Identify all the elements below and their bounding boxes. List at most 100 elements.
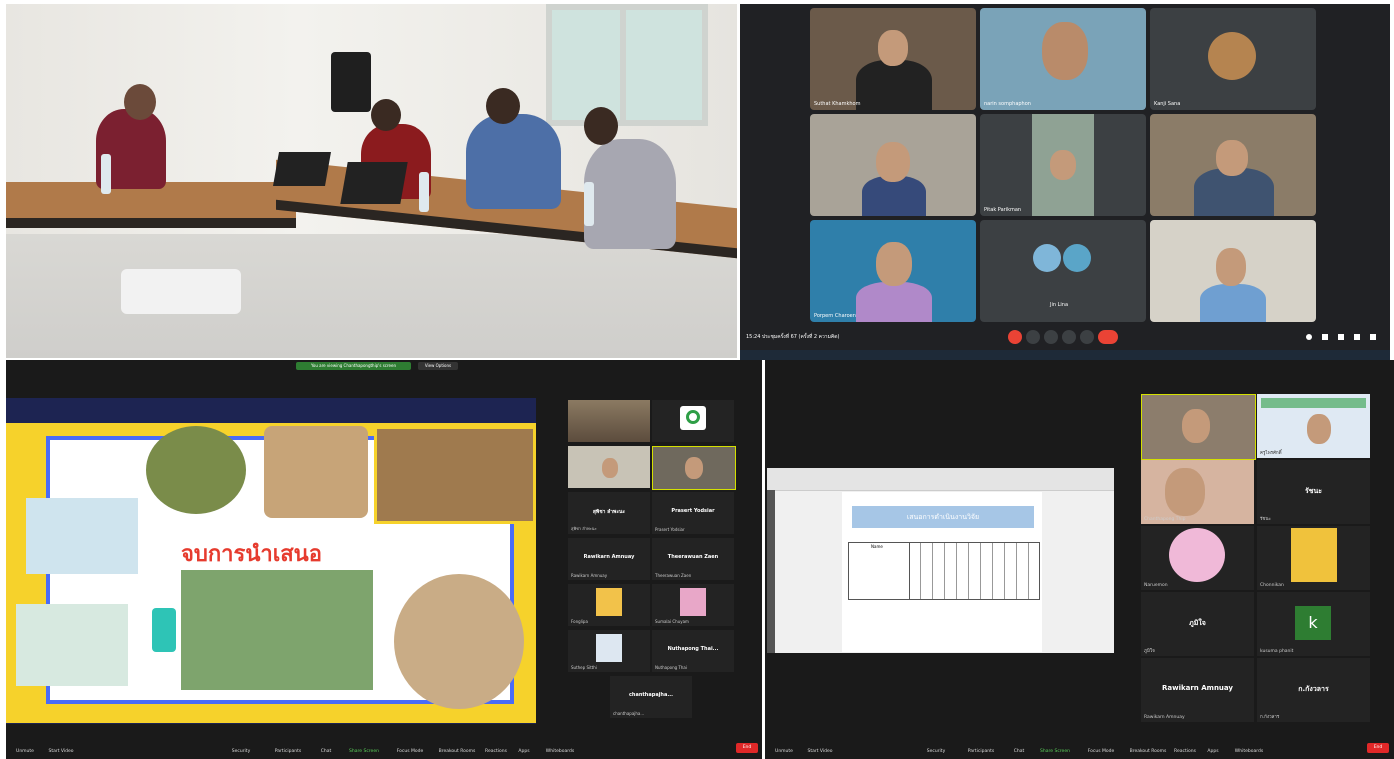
hand-icon[interactable]	[1044, 330, 1058, 344]
camera-icon[interactable]	[1026, 330, 1040, 344]
mic-off-icon[interactable]	[1008, 330, 1022, 344]
participant-tile[interactable]: รัชนะ รัชนะ	[1257, 460, 1370, 524]
room-window	[546, 4, 708, 126]
participant-tile[interactable]	[810, 114, 976, 216]
avatar	[680, 588, 706, 616]
reactions-button[interactable]: Reactions	[1169, 749, 1201, 754]
info-icon[interactable]	[1306, 334, 1312, 340]
product-photo	[16, 604, 128, 686]
participants-button[interactable]: Participants	[961, 749, 1001, 754]
share-screen-button[interactable]: Share Screen	[1037, 749, 1073, 754]
speaker	[331, 52, 371, 112]
participant-tile[interactable]: Naruemon	[1141, 526, 1254, 590]
product-photo	[26, 498, 138, 574]
participant-tile[interactable]: Chanthapong Thip	[1141, 460, 1254, 524]
participant-tile[interactable]	[1141, 394, 1256, 460]
slide-title: จบการนำเสนอ	[181, 542, 322, 567]
participant-tile[interactable]: Sumalai Chuyam	[652, 584, 734, 626]
participant-tile[interactable]: ครูไพรศักดิ์	[1257, 394, 1370, 458]
document-page: เสนอการดำเนินงานวิจัย Name	[842, 492, 1042, 652]
participant-tile[interactable]: chanthapajha... chanthapajha...	[610, 676, 692, 718]
projector	[121, 269, 241, 314]
participants-button[interactable]: Participants	[268, 749, 308, 754]
breakout-rooms-button[interactable]: Breakout Rooms	[436, 749, 478, 754]
participant-tile[interactable]: ก.กังวลาร ก.กังวลาร	[1257, 658, 1370, 722]
food-photo	[394, 574, 524, 709]
hangup-button[interactable]	[1098, 330, 1118, 344]
video-button[interactable]: Start Video	[803, 749, 837, 754]
participant-tile[interactable]: Chonnikan	[1257, 526, 1370, 590]
banner-logo	[1261, 398, 1366, 408]
share-screen-button[interactable]: Share Screen	[346, 749, 382, 754]
participant-tile[interactable]: Prasert Yodsiar Prasert Yodsiar	[652, 492, 734, 534]
participant-tile[interactable]: Rawikarn Amnuay Rawikarn Amnuay	[1141, 658, 1254, 722]
security-button[interactable]: Security	[921, 749, 951, 754]
participant-tile[interactable]: Fonglipa	[568, 584, 650, 626]
shared-slide: จบการนำเสนอ	[6, 398, 536, 724]
zoom-window-document: เสนอการดำเนินงานวิจัย Name ครูไพรศักดิ์ …	[765, 360, 1394, 759]
focus-mode-button[interactable]: Focus Mode	[1077, 749, 1125, 754]
apps-button[interactable]: Apps	[514, 749, 534, 754]
participant-tile[interactable]: k kusuma phanit	[1257, 592, 1370, 656]
participant-tile[interactable]: Kanji Sana	[1150, 8, 1316, 110]
security-button[interactable]: Security	[226, 749, 256, 754]
avatar-initial: k	[1295, 606, 1331, 640]
reactions-button[interactable]: Reactions	[480, 749, 512, 754]
meeting-room-photo	[6, 4, 737, 358]
zoom-toolbar: Unmute Start Video Security Participants…	[6, 735, 762, 759]
activities-icon[interactable]	[1354, 334, 1360, 340]
lock-icon[interactable]	[1370, 334, 1376, 340]
video-call-grid: Suthat Khamkhom narin somphaphon Kanji S…	[740, 4, 1390, 350]
group-photo	[181, 570, 373, 690]
apps-button[interactable]: Apps	[1203, 749, 1223, 754]
more-icon[interactable]	[1080, 330, 1094, 344]
meeting-info: 15:24 ประชุมครั้งที่ 67 (ครั้งที่ 2 ความ…	[746, 334, 840, 340]
people-icon[interactable]	[1322, 334, 1328, 340]
participant-tile[interactable]: ภูมิใจ ภูมิใจ	[1141, 592, 1254, 656]
participant-tile[interactable]	[1150, 114, 1316, 216]
focus-mode-button[interactable]: Focus Mode	[386, 749, 434, 754]
avatar	[1208, 32, 1256, 80]
present-icon[interactable]	[1062, 330, 1076, 344]
participant-tile[interactable]	[568, 446, 650, 488]
chat-button[interactable]: Chat	[316, 749, 336, 754]
view-options-button[interactable]: View Options	[418, 362, 458, 370]
mute-button[interactable]: Unmute	[769, 749, 799, 754]
participant-tile[interactable]	[652, 446, 736, 490]
chat-icon[interactable]	[1338, 334, 1344, 340]
zoom-window-presentation: You are viewing Chanthapongthip's screen…	[6, 360, 762, 759]
participant-tile[interactable]: Suthep Sitthi	[568, 630, 650, 672]
avatar	[596, 588, 622, 616]
participant-tile[interactable]	[1150, 220, 1316, 322]
participant-tile[interactable]: Jin Lina	[980, 220, 1146, 322]
participant-tile[interactable]: narin somphaphon	[980, 8, 1146, 110]
participant-tile[interactable]: Rawikarn Amnuay Rawikarn Amnuay	[568, 538, 650, 580]
call-controls: 15:24 ประชุมครั้งที่ 67 (ครั้งที่ 2 ความ…	[740, 326, 1390, 350]
participant-tile[interactable]: Suthat Khamkhom	[810, 8, 976, 110]
laptop	[273, 152, 331, 186]
whiteboards-button[interactable]: Whiteboards	[542, 749, 578, 754]
participant-tile[interactable]: Theerawuan Zaen Theerawuan Zaen	[652, 538, 734, 580]
avatar	[1033, 244, 1061, 272]
slide-icon	[152, 608, 176, 652]
participant-tile[interactable]: สุพิชา ลำพะนะ สุพิชา ลำพะนะ	[568, 492, 650, 534]
avatar	[1291, 528, 1337, 582]
participant-tile[interactable]	[652, 400, 734, 442]
video-button[interactable]: Start Video	[44, 749, 78, 754]
participant-tile[interactable]: Nuthapong Thai... Nuthapong Thai	[652, 630, 734, 672]
breakout-rooms-button[interactable]: Breakout Rooms	[1127, 749, 1169, 754]
food-photo	[264, 426, 368, 518]
end-button[interactable]: End	[736, 743, 758, 753]
chat-button[interactable]: Chat	[1009, 749, 1029, 754]
end-button[interactable]: End	[1367, 743, 1389, 753]
document-toolbar	[767, 468, 1114, 491]
avatar	[1169, 528, 1225, 582]
food-photo	[374, 426, 536, 524]
whiteboards-button[interactable]: Whiteboards	[1231, 749, 1267, 754]
participant-tile[interactable]: Pitak Parikman	[980, 114, 1146, 216]
participant-tile[interactable]: Porpern Charoen	[810, 220, 976, 322]
shared-document-window: เสนอการดำเนินงานวิจัย Name	[767, 468, 1114, 653]
windows-taskbar	[740, 350, 1390, 360]
mute-button[interactable]: Unmute	[10, 749, 40, 754]
participant-tile[interactable]	[568, 400, 650, 442]
